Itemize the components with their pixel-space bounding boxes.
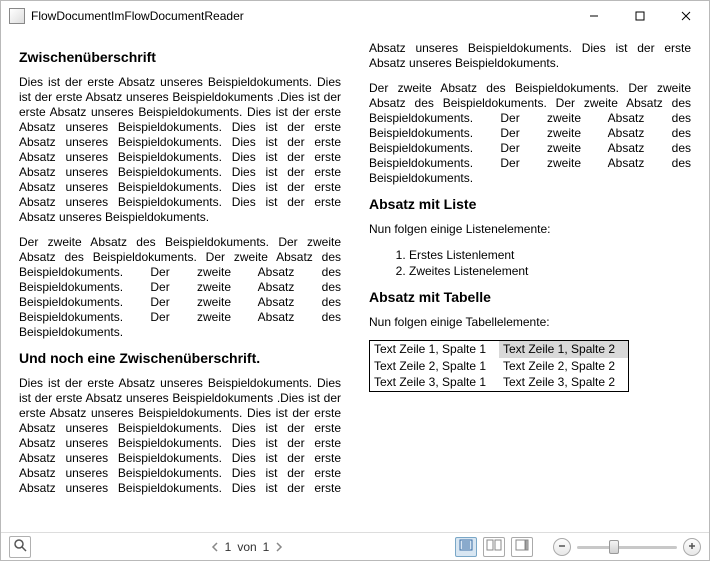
minus-icon (557, 540, 567, 554)
table-cell: Text Zeile 2, Spalte 1 (370, 358, 500, 374)
paragraph: Nun folgen einige Tabellelemente: (369, 315, 691, 330)
heading-4: Absatz mit Tabelle (369, 289, 691, 305)
zoom-in-button[interactable] (683, 538, 701, 556)
paragraph: Dies ist der erste Absatz unseres Beispi… (19, 75, 341, 225)
paragraph: Der zweite Absatz des Beispieldokuments.… (19, 235, 341, 340)
paragraph: Der zweite Absatz des Beispieldokuments.… (369, 81, 691, 186)
zoom-out-button[interactable] (553, 538, 571, 556)
heading-3: Absatz mit Liste (369, 196, 691, 212)
minimize-button[interactable] (571, 1, 617, 31)
example-table: Text Zeile 1, Spalte 1 Text Zeile 1, Spa… (369, 340, 629, 391)
view-two-page-button[interactable] (483, 537, 505, 557)
next-page-button[interactable] (275, 541, 283, 553)
reader-toolbar: 1 von 1 (1, 532, 709, 560)
window-title: FlowDocumentImFlowDocumentReader (31, 9, 571, 23)
search-icon (13, 538, 27, 555)
table-cell: Text Zeile 2, Spalte 2 (499, 358, 629, 374)
app-icon (9, 8, 25, 24)
table-cell: Text Zeile 1, Spalte 1 (370, 341, 500, 358)
table-row: Text Zeile 1, Spalte 1 Text Zeile 1, Spa… (370, 341, 629, 358)
two-page-view-icon (486, 539, 502, 554)
zoom-slider[interactable] (577, 538, 677, 556)
app-window: FlowDocumentImFlowDocumentReader Zwische… (0, 0, 710, 561)
list-item: Erstes Listenlement (409, 247, 691, 263)
flow-document: Zwischenüberschrift Dies ist der erste A… (19, 41, 691, 521)
page-view-icon (459, 539, 473, 554)
table-cell: Text Zeile 3, Spalte 2 (499, 374, 629, 391)
prev-page-button[interactable] (211, 541, 219, 553)
pager-current: 1 (225, 540, 232, 554)
slider-thumb[interactable] (609, 540, 619, 554)
titlebar: FlowDocumentImFlowDocumentReader (1, 1, 709, 31)
list-item: Zweites Listenelement (409, 263, 691, 279)
heading-1: Zwischenüberschrift (19, 49, 341, 65)
close-button[interactable] (663, 1, 709, 31)
slider-track (577, 546, 677, 549)
table-row: Text Zeile 2, Spalte 1 Text Zeile 2, Spa… (370, 358, 629, 374)
pager-total: 1 (263, 540, 270, 554)
scroll-view-icon (515, 539, 529, 554)
plus-icon (687, 540, 697, 554)
document-viewport: Zwischenüberschrift Dies ist der erste A… (1, 31, 709, 532)
heading-2: Und noch eine Zwischenüberschrift. (19, 350, 341, 366)
view-scroll-button[interactable] (511, 537, 533, 557)
view-page-button[interactable] (455, 537, 477, 557)
table-row: Text Zeile 3, Spalte 1 Text Zeile 3, Spa… (370, 374, 629, 391)
table-cell: Text Zeile 1, Spalte 2 (499, 341, 629, 358)
maximize-button[interactable] (617, 1, 663, 31)
paragraph: Nun folgen einige Listenelemente: (369, 222, 691, 237)
table-cell: Text Zeile 3, Spalte 1 (370, 374, 500, 391)
pager: 1 von 1 (39, 540, 455, 554)
pager-separator: von (237, 540, 256, 554)
ordered-list: Erstes Listenlement Zweites Listenelemen… (369, 247, 691, 279)
find-button[interactable] (9, 536, 31, 558)
